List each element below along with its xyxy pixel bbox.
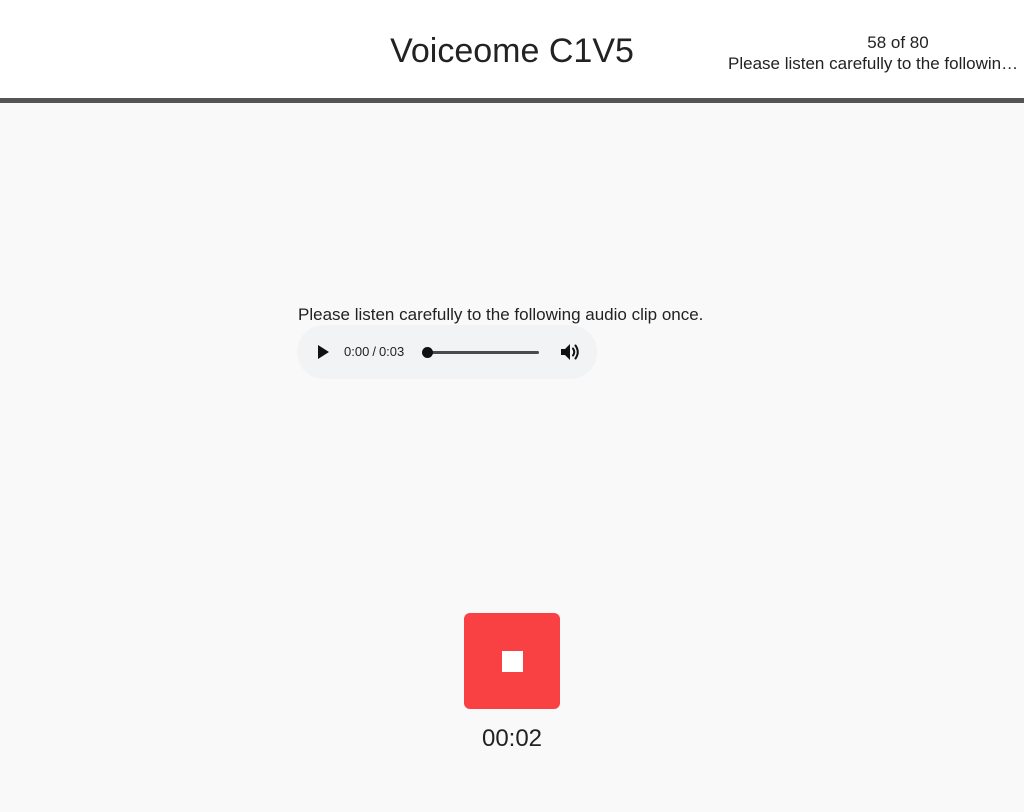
seek-slider[interactable] <box>422 347 539 358</box>
audio-time-display: 0:00/0:03 <box>344 344 404 360</box>
stop-icon <box>502 651 523 672</box>
seek-thumb[interactable] <box>422 347 433 358</box>
header-bar: Voiceome C1V5 58 of 80 Please listen car… <box>0 0 1024 103</box>
duration: 0:03 <box>378 344 405 359</box>
time-separator: / <box>372 344 376 359</box>
stop-recording-button[interactable] <box>464 613 560 709</box>
play-button[interactable] <box>313 342 333 362</box>
volume-icon <box>561 344 579 360</box>
play-icon <box>318 345 329 359</box>
progress-info: 58 of 80 Please listen carefully to the … <box>724 32 1024 74</box>
current-task-label: Please listen carefully to the following… <box>728 54 1024 73</box>
current-time: 0:00 <box>344 344 370 359</box>
recording-timer: 00:02 <box>481 725 543 752</box>
main-content: Please listen carefully to the following… <box>0 108 1024 812</box>
volume-button[interactable] <box>559 341 581 363</box>
progress-counter: 58 of 80 <box>867 33 929 52</box>
audio-player: 0:00/0:03 <box>297 325 597 379</box>
instruction-text: Please listen carefully to the following… <box>298 305 704 324</box>
